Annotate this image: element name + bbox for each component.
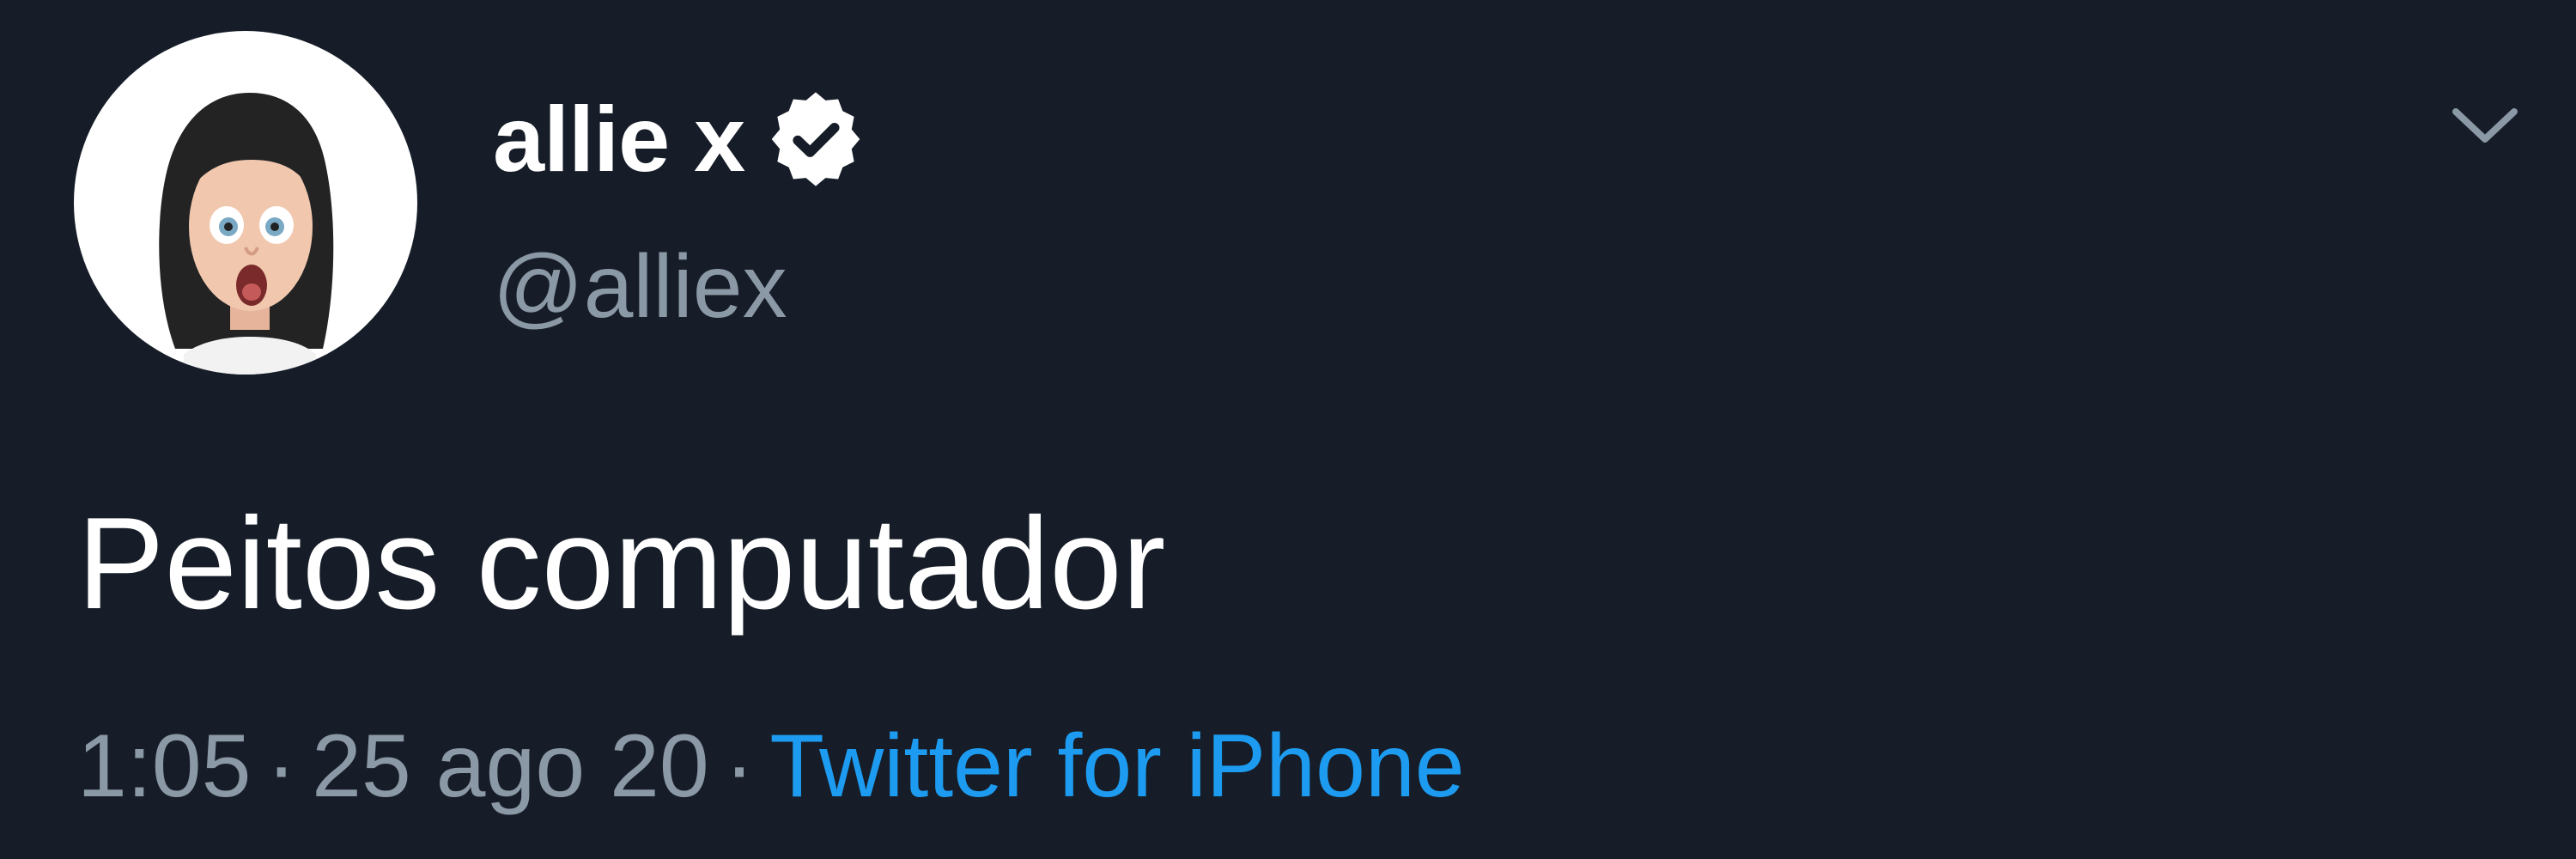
tweet-text: Peitos computador (77, 490, 1166, 637)
author-handle[interactable]: @alliex (493, 242, 787, 332)
tweet-card: allie x @alliex Peitos computador 1:05 · 2… (0, 0, 2576, 859)
tweet-time[interactable]: 1:05 (77, 716, 251, 816)
meta-separator: · (266, 716, 297, 816)
verified-badge-icon (771, 92, 860, 186)
avatar[interactable] (74, 31, 417, 375)
display-name[interactable]: allie x (493, 93, 745, 186)
tweet-date[interactable]: 25 ago 20 (312, 716, 709, 816)
chevron-down-icon[interactable] (2449, 101, 2521, 153)
meta-separator: · (724, 716, 755, 816)
memoji-avatar-icon (159, 93, 334, 375)
tweet-source-link[interactable]: Twitter for iPhone (769, 716, 1464, 816)
author-name-row[interactable]: allie x (493, 79, 865, 199)
tweet-meta: 1:05 · 25 ago 20 · Twitter for iPhone (77, 722, 1465, 811)
